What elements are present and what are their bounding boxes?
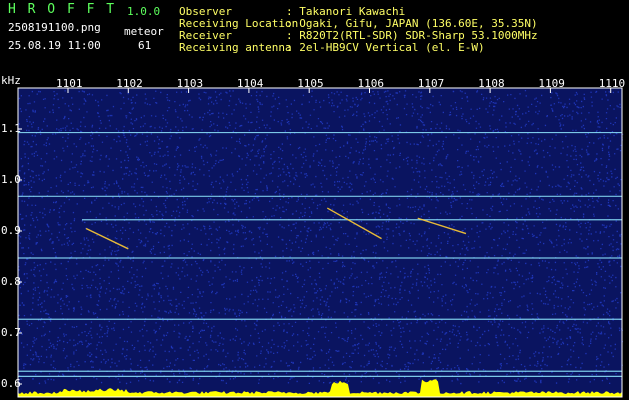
y-tick-label: 1.0 [1,173,21,186]
spectrogram [17,87,624,398]
y-tick-label: 0.9 [1,224,21,237]
x-tick-label: 1107 [417,77,445,90]
x-tick-label: 1106 [357,77,385,90]
y-tick-label: 0.7 [1,326,21,339]
x-tick-label: 1101 [56,77,83,90]
y-tick-label: 1.1 [1,122,21,135]
x-tick-label: 1103 [176,77,204,90]
x-tick-label: 1104 [236,77,264,90]
x-tick-label: 1109 [538,77,565,90]
spectrogram-background [18,88,622,397]
y-tick-label: 0.6 [1,377,21,390]
x-tick-label: 1102 [116,77,143,90]
x-tick-label: 1110 [598,77,626,90]
x-tick-label: 1108 [478,77,505,90]
x-tick-label: 1105 [297,77,324,90]
y-tick-label: 0.8 [1,275,21,288]
